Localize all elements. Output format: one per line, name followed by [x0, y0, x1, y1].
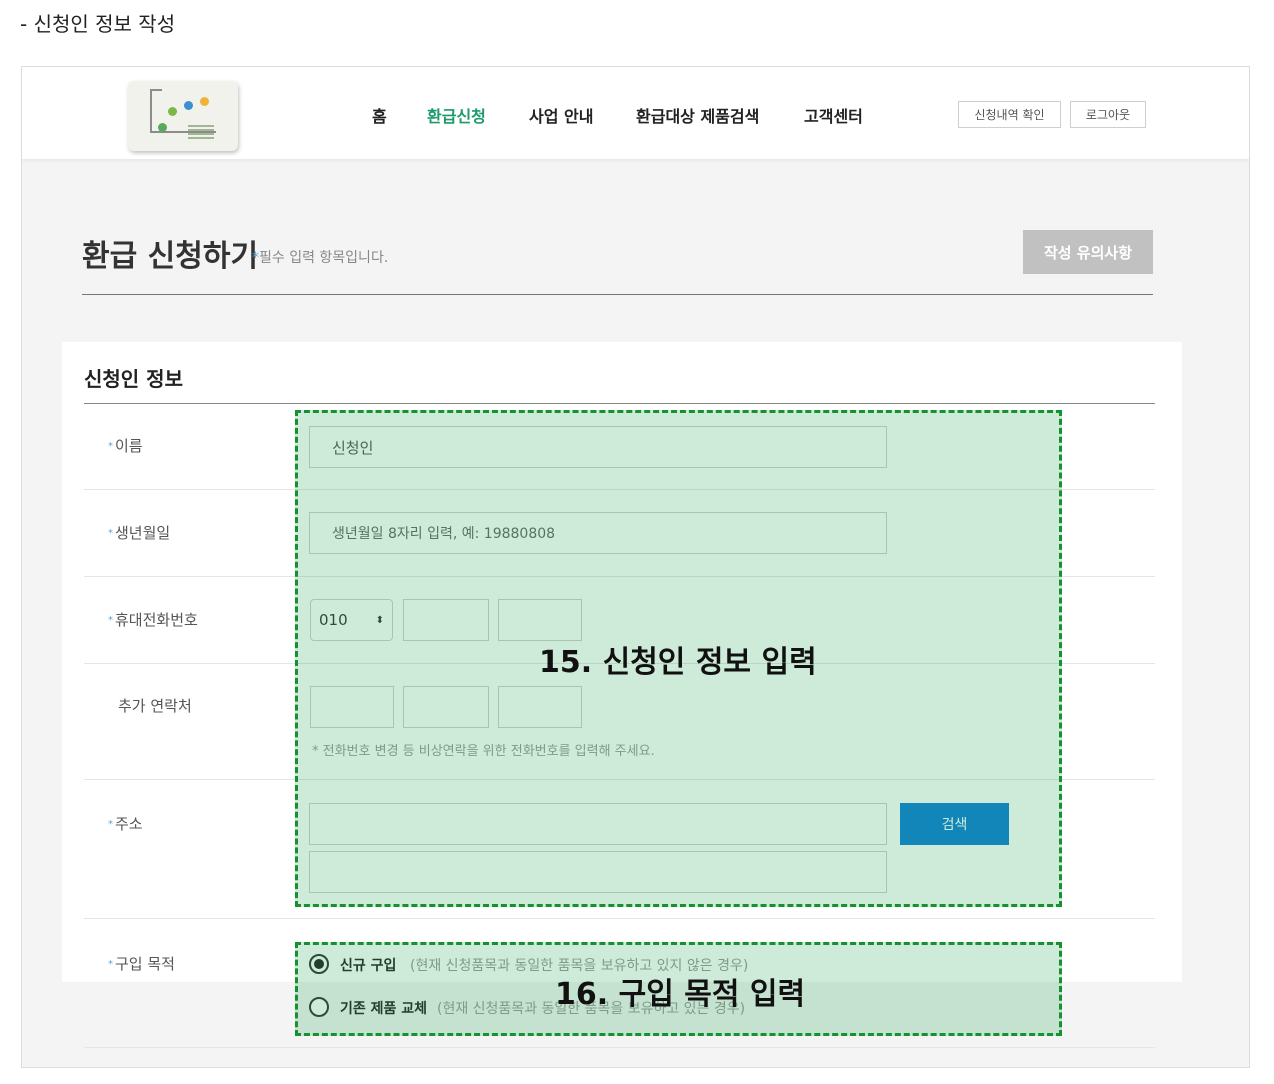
nav-customer-center[interactable]: 고객센터 [804, 103, 863, 127]
required-star: * [108, 819, 113, 830]
divider [84, 918, 1155, 919]
logo-dot [158, 123, 167, 132]
check-history-button[interactable]: 신청내역 확인 [958, 101, 1061, 128]
logout-button[interactable]: 로그아웃 [1070, 101, 1146, 128]
purpose-label-text: 구입 목적 [115, 955, 175, 973]
nav-home[interactable]: 홈 [372, 103, 387, 127]
nav-product-search[interactable]: 환급대상 제품검색 [636, 103, 759, 127]
logo-mark [150, 89, 162, 91]
required-star: * [108, 959, 113, 970]
required-note: *필수 입력 항목입니다. [252, 247, 388, 267]
logo-dot [184, 101, 193, 110]
address-label-text: 주소 [115, 815, 143, 833]
logo-text [188, 125, 214, 139]
required-star: * [108, 615, 113, 626]
divider [84, 1047, 1155, 1048]
logo-dot [200, 97, 209, 106]
phone-label: * 휴대전화번호 [108, 609, 198, 630]
step15-label: 15. 신청인 정보 입력 [539, 645, 817, 680]
divider [84, 403, 1155, 404]
purpose-label: * 구입 목적 [108, 953, 175, 974]
required-star: * [252, 250, 259, 266]
page-title: 환급 신청하기 [82, 239, 259, 274]
logo-mark [150, 89, 152, 133]
name-label: * 이름 [108, 435, 143, 456]
name-label-text: 이름 [115, 437, 143, 455]
notice-button[interactable]: 작성 유의사항 [1023, 230, 1153, 274]
browser-frame: 홈 환급신청 사업 안내 환급대상 제품검색 고객센터 신청내역 확인 로그아웃… [21, 66, 1250, 1068]
site-logo[interactable] [128, 81, 238, 151]
required-star: * [108, 441, 113, 452]
extra-contact-label: 추가 연락처 [118, 697, 192, 715]
birth-label: * 생년월일 [108, 522, 170, 543]
site-header: 홈 환급신청 사업 안내 환급대상 제품검색 고객센터 신청내역 확인 로그아웃 [22, 67, 1249, 159]
section-title: 신청인 정보 [84, 367, 183, 391]
step16-label: 16. 구입 목적 입력 [555, 977, 806, 1012]
birth-label-text: 생년월일 [115, 524, 171, 542]
required-note-text: 필수 입력 항목입니다. [259, 250, 389, 266]
phone-label-text: 휴대전화번호 [115, 611, 198, 629]
divider [82, 294, 1153, 295]
nav-business-info[interactable]: 사업 안내 [529, 103, 593, 127]
logo-dot [168, 107, 177, 116]
nav-refund-apply[interactable]: 환급신청 [427, 103, 486, 127]
page-heading: - 신청인 정보 작성 [20, 12, 176, 36]
address-label: * 주소 [108, 813, 143, 834]
required-star: * [108, 528, 113, 539]
